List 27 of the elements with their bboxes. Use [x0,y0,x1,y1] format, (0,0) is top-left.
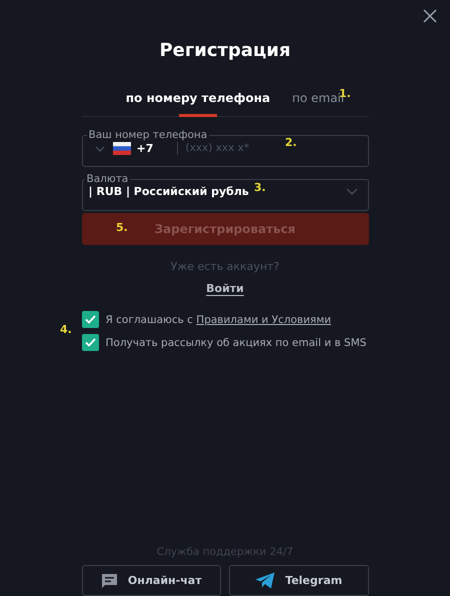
consent-text: Я соглашаюсь с Правилами и Условиями [106,314,332,326]
flag-icon [112,142,130,154]
login-prompt: Уже есть аккаунт? [170,260,280,273]
check-icon [84,338,96,347]
chat-icon [100,572,118,588]
chevron-icon [94,146,104,152]
telegram-button[interactable]: Telegram [229,565,368,596]
tab[interactable]: по номеру телефона [120,87,276,117]
checkbox[interactable] [82,334,98,351]
checkbox[interactable] [82,311,98,328]
annotation-number: 5. [116,221,128,234]
field-label: Валюта [86,173,130,185]
check-icon [84,315,96,324]
country-code: +7 [136,142,178,154]
terms-link[interactable]: Правилами и Условиями [196,314,332,326]
annotation-number: 3. [254,181,266,194]
paper-plane-icon [255,572,276,589]
field-label: Ваш номер телефона [88,129,208,141]
chevron-icon [346,188,358,195]
login-link[interactable]: Войти [206,282,244,295]
chat-button[interactable]: Онлайн-чат [82,565,221,596]
currency-value: | RUB | Российский рубль [88,185,249,198]
close-icon[interactable] [423,9,437,23]
consent-text: Получать рассылку об акциях по email и в SMS [106,336,366,348]
annotation-number: 2. [285,136,297,149]
annotation-number: 4. [60,323,72,336]
dialog-title: Регистрация [158,40,292,63]
